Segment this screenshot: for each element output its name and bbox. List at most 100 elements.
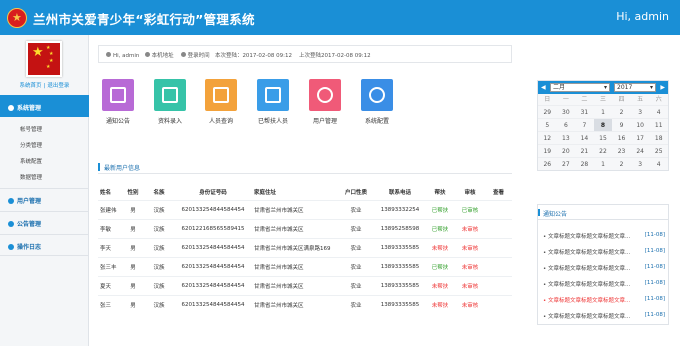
- table-row[interactable]: 李天男汉族 620133254844584454 甘肃省兰州市城关区满泉路169 农业…: [98, 237, 512, 257]
- calendar-day[interactable]: 27: [556, 157, 576, 170]
- calendar-day[interactable]: 22: [593, 144, 613, 157]
- table-cell[interactable]: [485, 256, 512, 276]
- calendar-day[interactable]: 3: [630, 157, 650, 170]
- calendar-day[interactable]: 7: [575, 118, 594, 131]
- nav-notice-management[interactable]: 公告管理: [0, 211, 89, 233]
- table-row[interactable]: 张三男汉族 620133254844584454 甘肃省兰州市城关区 农业 138933…: [98, 294, 512, 314]
- next-month-icon[interactable]: ▶: [660, 84, 665, 91]
- table-cell: 已帮扶: [425, 199, 455, 219]
- calendar-day[interactable]: 17: [630, 131, 650, 144]
- nav-user-management[interactable]: 用户管理: [0, 188, 89, 210]
- notice-item[interactable]: • 文章标题文章标题文章标题文章... [11-08]: [543, 312, 665, 320]
- calendar-day[interactable]: 2: [612, 157, 631, 170]
- calendar-day[interactable]: 4: [649, 157, 668, 170]
- nav-operation-log[interactable]: 操作日志: [0, 234, 89, 256]
- table-cell: 农业: [337, 237, 375, 257]
- column-header: 身份证号码: [199, 189, 227, 196]
- table-cell[interactable]: [485, 275, 512, 295]
- calendar-day[interactable]: 2: [612, 105, 631, 118]
- calendar-day[interactable]: 15: [593, 131, 613, 144]
- chat-icon: [110, 87, 126, 103]
- tile-people-search[interactable]: [205, 79, 237, 111]
- notice-item[interactable]: • 文章标题文章标题文章标题文章... [11-08]: [543, 296, 665, 304]
- tile-notice[interactable]: [102, 79, 134, 111]
- calendar-day[interactable]: 18: [649, 131, 668, 144]
- calendar-day[interactable]: 9: [612, 118, 631, 131]
- notice-item[interactable]: • 文章标题文章标题文章标题文章... [11-08]: [543, 232, 665, 240]
- home-link[interactable]: 系统首页: [20, 83, 42, 89]
- table-cell: 甘肃省兰州市城关区满泉路169: [252, 237, 337, 257]
- notice-item[interactable]: • 文章标题文章标题文章标题文章... [11-08]: [543, 248, 665, 256]
- table-cell[interactable]: [485, 218, 512, 238]
- notice-item[interactable]: • 文章标题文章标题文章标题文章... [11-08]: [543, 264, 665, 272]
- calendar-day[interactable]: 11: [649, 118, 668, 131]
- table-cell: 李天: [98, 237, 122, 257]
- nav-system-management[interactable]: 系统管理: [0, 95, 89, 117]
- tile-label: 通知公告: [105, 118, 130, 125]
- calendar-day[interactable]: 3: [630, 105, 650, 118]
- prev-month-icon[interactable]: ◀: [541, 84, 546, 91]
- nav-item-accounts[interactable]: 帐号管理: [20, 125, 42, 133]
- calendar-day[interactable]: 30: [556, 105, 576, 118]
- calendar-day[interactable]: 25: [649, 144, 668, 157]
- table-cell: 620122168565589415: [174, 218, 252, 238]
- table-cell[interactable]: [485, 237, 512, 257]
- table-cell: 汉族: [144, 275, 174, 295]
- nav-item-config[interactable]: 系统配置: [20, 157, 42, 165]
- calendar-day[interactable]: 8: [593, 118, 613, 131]
- calendar-day[interactable]: 6: [556, 118, 576, 131]
- tile-user-management[interactable]: [309, 79, 341, 111]
- table-row[interactable]: 李敏男汉族 620122168565589415 甘肃省兰州市城关区 农业 138952…: [98, 218, 512, 238]
- nav-item-categories[interactable]: 分类管理: [20, 141, 42, 149]
- table-cell[interactable]: [485, 199, 512, 219]
- table-body: 张建伟男汉族 620133254844584454 甘肃省兰州市城关区 农业 13893…: [98, 199, 512, 314]
- notice-text: 文章标题文章标题文章标题文章...: [548, 250, 631, 256]
- year-select[interactable]: 2017 ▾: [614, 83, 656, 92]
- logout-link[interactable]: 退出登录: [47, 83, 69, 89]
- calendar-day[interactable]: 5: [538, 118, 557, 131]
- calendar-day[interactable]: 21: [575, 144, 594, 157]
- calendar-day[interactable]: 28: [575, 157, 594, 170]
- nav-item-data[interactable]: 数据管理: [20, 173, 42, 181]
- table-cell: 未帮扶: [425, 237, 455, 257]
- table-cell: 620133254844584454: [174, 199, 252, 219]
- table-cell: 未审核: [455, 294, 485, 314]
- table-cell: 夏天: [98, 275, 122, 295]
- calendar-day[interactable]: 12: [538, 131, 557, 144]
- calendar-day[interactable]: 20: [556, 144, 576, 157]
- notice-text: 文章标题文章标题文章标题文章...: [548, 282, 631, 288]
- table-cell: 甘肃省兰州市城关区: [252, 275, 337, 295]
- calendar-day[interactable]: 10: [630, 118, 650, 131]
- calendar-day[interactable]: 31: [575, 105, 594, 118]
- column-header: 联系电话: [388, 189, 411, 196]
- table-cell: 13893332254: [375, 199, 425, 219]
- calendar-day[interactable]: 13: [556, 131, 576, 144]
- notice-date: [11-08]: [644, 232, 665, 238]
- tile-helped[interactable]: [257, 79, 289, 111]
- calendar-day[interactable]: 1: [593, 105, 613, 118]
- table-cell[interactable]: [485, 294, 512, 314]
- tile-system-config[interactable]: [361, 79, 393, 111]
- tile-data-entry[interactable]: [154, 79, 186, 111]
- calendar-day[interactable]: 29: [538, 105, 557, 118]
- table-row[interactable]: 夏天男汉族 620133254844584454 甘肃省兰州市城关区 农业 138933…: [98, 275, 512, 295]
- table-cell: 13893335585: [375, 275, 425, 295]
- column-header: 查看: [492, 189, 504, 196]
- calendar-day[interactable]: 24: [630, 144, 650, 157]
- calendar-day[interactable]: 1: [593, 157, 613, 170]
- calendar-day[interactable]: 19: [538, 144, 557, 157]
- calendar-day[interactable]: 26: [538, 157, 557, 170]
- month-select[interactable]: 二月 ▾: [550, 83, 610, 92]
- table-row[interactable]: 张三丰男汉族 620133254844584454 甘肃省兰州市城关区 农业 13893…: [98, 256, 512, 276]
- clock-icon: [180, 52, 186, 57]
- calendar-day[interactable]: 14: [575, 131, 594, 144]
- notice-text: 文章标题文章标题文章标题文章...: [548, 234, 631, 240]
- table-row[interactable]: 张建伟男汉族 620133254844584454 甘肃省兰州市城关区 农业 13893…: [98, 199, 512, 219]
- tile-label: 资料录入: [157, 118, 182, 125]
- notice-date: [11-08]: [644, 280, 665, 286]
- calendar-day[interactable]: 4: [649, 105, 668, 118]
- calendar-day[interactable]: 23: [612, 144, 631, 157]
- notice-item[interactable]: • 文章标题文章标题文章标题文章... [11-08]: [543, 280, 665, 288]
- calendar-day[interactable]: 16: [612, 131, 631, 144]
- user-greeting[interactable]: Hi, admin: [616, 10, 669, 23]
